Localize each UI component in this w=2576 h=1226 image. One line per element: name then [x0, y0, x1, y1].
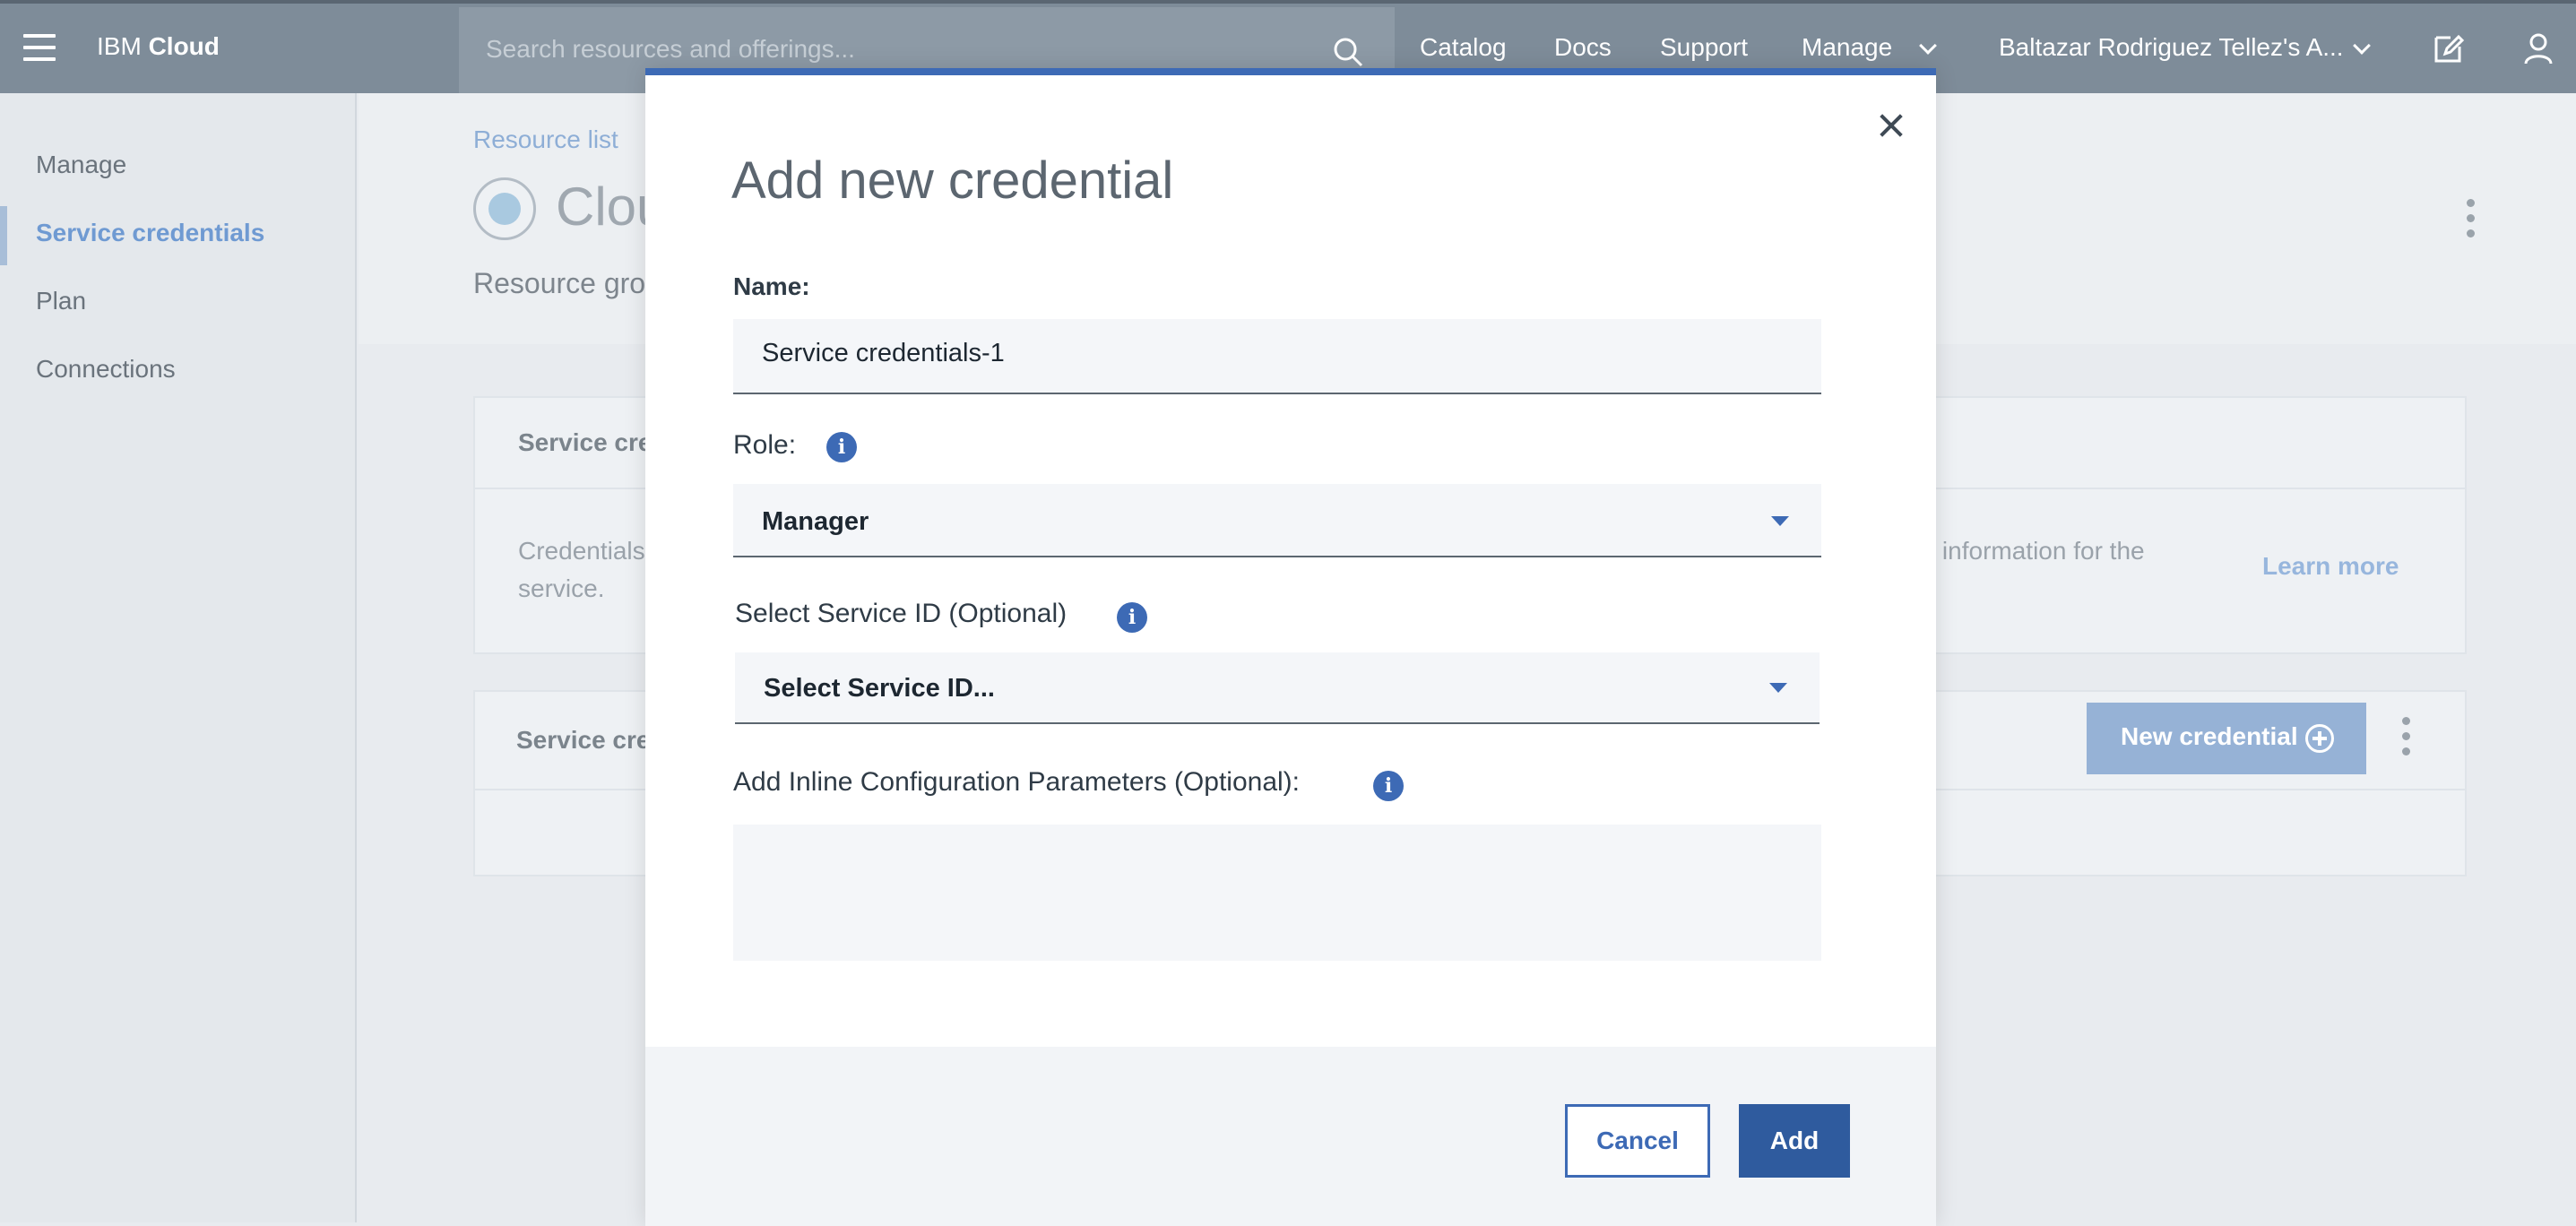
active-indicator [0, 206, 7, 265]
name-field[interactable]: Service credentials-1 [733, 319, 1821, 394]
add-button[interactable]: Add [1739, 1104, 1850, 1178]
table-title: Service cre [516, 726, 651, 754]
search-icon[interactable] [1330, 34, 1366, 70]
service-id-value: Select Service ID... [764, 674, 995, 703]
edit-icon[interactable] [2431, 30, 2467, 66]
brand-logo[interactable]: IBM Cloud [97, 32, 220, 61]
resource-group: Resource grou [473, 267, 661, 299]
name-value: Service credentials-1 [762, 339, 1005, 367]
panel-title: Service cre [518, 428, 653, 456]
chevron-down-icon[interactable] [2353, 37, 2371, 55]
nav-docs[interactable]: Docs [1554, 33, 1612, 62]
parameters-label: Add Inline Configuration Parameters (Opt… [733, 767, 1300, 797]
cancel-button[interactable]: Cancel [1565, 1104, 1710, 1178]
nav-support[interactable]: Support [1660, 33, 1748, 62]
modal-title: Add new credential [731, 151, 1174, 210]
info-icon[interactable]: i [1117, 602, 1147, 633]
brand-prefix: IBM [97, 32, 142, 60]
dropdown-caret-icon [1771, 516, 1789, 526]
brand-name: Cloud [148, 32, 220, 60]
role-label: Role: [733, 430, 797, 460]
close-icon[interactable] [1879, 113, 1904, 138]
new-credential-button[interactable]: New credential [2087, 703, 2366, 774]
overflow-menu-icon[interactable] [2467, 199, 2476, 245]
sidebar-item-connections[interactable]: Connections [36, 355, 176, 384]
user-icon[interactable] [2520, 30, 2556, 66]
sidebar-item-plan[interactable]: Plan [36, 287, 86, 315]
nav-catalog[interactable]: Catalog [1420, 33, 1507, 62]
info-icon[interactable]: i [1373, 771, 1404, 801]
service-id-select[interactable]: Select Service ID... [735, 652, 1820, 724]
new-credential-label: New credential [2121, 722, 2298, 750]
sidebar-item-service-credentials[interactable]: Service credentials [36, 219, 264, 247]
hamburger-menu-icon[interactable] [23, 34, 56, 63]
service-logo-icon [473, 177, 536, 240]
name-label: Name: [733, 272, 810, 300]
panel-description: Credentials [518, 537, 645, 565]
account-switcher[interactable]: Baltazar Rodriguez Tellez's A... [1999, 33, 2344, 62]
left-sidebar: Manage Service credentials Plan Connecti… [0, 93, 357, 1222]
role-select[interactable]: Manager [733, 484, 1821, 557]
add-credential-modal: Add new credential Name: Service credent… [645, 68, 1936, 1226]
nav-manage[interactable]: Manage [1802, 33, 1892, 62]
add-circle-icon [2305, 724, 2334, 753]
overflow-menu-icon[interactable] [2402, 717, 2411, 763]
role-value: Manager [762, 507, 869, 536]
parameters-textarea[interactable] [733, 825, 1821, 961]
service-id-label: Select Service ID (Optional) [735, 599, 1068, 628]
info-icon[interactable]: i [826, 432, 857, 462]
sidebar-item-manage[interactable]: Manage [36, 151, 126, 179]
dropdown-caret-icon [1769, 683, 1787, 693]
learn-more-link[interactable]: Learn more [2262, 552, 2399, 581]
breadcrumb[interactable]: Resource list [473, 125, 618, 154]
chevron-down-icon[interactable] [1919, 37, 1937, 55]
panel-description-line2: service. [518, 574, 605, 602]
search-placeholder: Search resources and offerings... [486, 35, 855, 63]
